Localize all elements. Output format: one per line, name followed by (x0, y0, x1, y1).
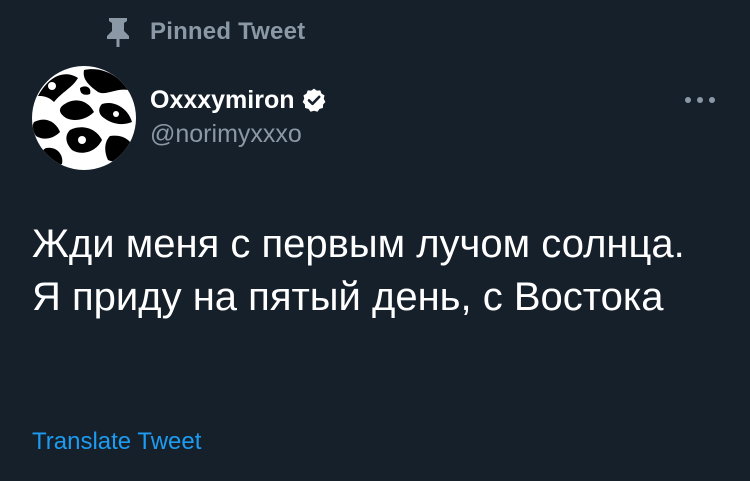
verified-badge-icon (301, 86, 329, 114)
pin-icon (100, 14, 136, 50)
translate-tweet-link[interactable]: Translate Tweet (32, 428, 201, 456)
pinned-indicator: Pinned Tweet (100, 14, 305, 50)
display-name[interactable]: Oxxxymiron (150, 86, 295, 115)
pinned-tweet[interactable]: Pinned Tweet Oxxxymiron @norimyxxxo Жди … (0, 0, 750, 481)
author-handle[interactable]: @norimyxxxo (150, 120, 329, 149)
tweet-text: Жди меня с первым лучом солнца. Я приду … (32, 222, 685, 319)
pinned-label: Pinned Tweet (150, 18, 306, 45)
author-block[interactable]: Oxxxymiron @norimyxxxo (150, 84, 329, 149)
avatar[interactable] (32, 66, 136, 170)
more-options-icon[interactable] (676, 84, 724, 116)
author-name-row[interactable]: Oxxxymiron (150, 84, 329, 116)
